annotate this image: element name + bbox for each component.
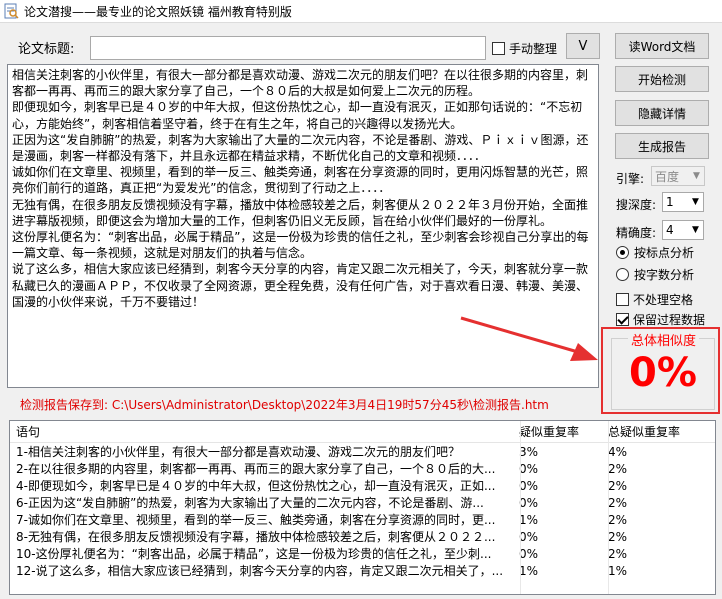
row-rate: 3% bbox=[519, 444, 539, 459]
column-divider bbox=[520, 421, 521, 594]
row-sentence: 1-相信关注刺客的小伙伴里，有很大一部分都是喜欢动漫、游戏二次元的朋友们吧？ bbox=[16, 445, 460, 459]
table-row[interactable]: 2-在以往很多期的内容里，刺客都一再再、再而三的跟大家分享了自己，一个８０后的大… bbox=[10, 460, 715, 477]
row-rate: 0% bbox=[519, 461, 539, 476]
row-total: 2% bbox=[608, 461, 628, 476]
table-header: 语句 疑似重复率 总疑似重复率 bbox=[10, 421, 715, 443]
row-total: 2% bbox=[608, 495, 628, 510]
table-row[interactable]: 6-正因为这“发自肺腑”的热爱，刺客为大家输出了大量的二次元内容，不论是番剧、游… bbox=[10, 494, 715, 511]
column-divider bbox=[608, 421, 609, 594]
row-rate: 0% bbox=[519, 529, 539, 544]
row-rate: 0% bbox=[519, 478, 539, 493]
row-sentence: 2-在以往很多期的内容里，刺客都一再再、再而三的跟大家分享了自己，一个８０后的大… bbox=[16, 462, 496, 476]
row-sentence: 7-诚如你们在文章里、视频里，看到的举一反三、触类旁通，刺客在分享资源的同时，更… bbox=[16, 513, 496, 527]
row-total: 4% bbox=[608, 444, 628, 459]
row-rate: 0% bbox=[519, 546, 539, 561]
header-sentence[interactable]: 语句 bbox=[10, 423, 515, 440]
header-total-rate[interactable]: 总疑似重复率 bbox=[604, 423, 714, 440]
table-row[interactable]: 4-即便现如今，刺客早已是４０岁的中年大叔，但这份热忱之心，却一直没有泯灭，正如… bbox=[10, 477, 715, 494]
row-sentence: 10-这份厚礼便名为：“刺客出品，必属于精品”，这是一份极为珍贵的信任之礼，至少… bbox=[16, 547, 492, 561]
row-rate: 1% bbox=[519, 563, 539, 578]
row-rate: 1% bbox=[519, 512, 539, 527]
row-rate: 0% bbox=[519, 495, 539, 510]
table-row[interactable]: 1-相信关注刺客的小伙伴里，有很大一部分都是喜欢动漫、游戏二次元的朋友们吧？ 3… bbox=[10, 443, 715, 460]
row-sentence: 6-正因为这“发自肺腑”的热爱，刺客为大家输出了大量的二次元内容，不论是番剧、游… bbox=[16, 496, 484, 510]
highlight-box bbox=[601, 327, 720, 414]
row-total: 2% bbox=[608, 512, 628, 527]
table-row[interactable]: 10-这份厚礼便名为：“刺客出品，必属于精品”，这是一份极为珍贵的信任之礼，至少… bbox=[10, 545, 715, 562]
row-total: 1% bbox=[608, 563, 628, 578]
row-total: 2% bbox=[608, 478, 628, 493]
row-sentence: 12-说了这么多，相信大家应该已经猜到，刺客今天分享的内容，肯定又跟二次元相关了… bbox=[16, 564, 504, 578]
header-repeat-rate[interactable]: 疑似重复率 bbox=[515, 423, 604, 440]
table-row[interactable]: 8-无独有偶，在很多朋友反馈视频没有字幕，播放中体检感较差之后，刺客便从２０２２… bbox=[10, 528, 715, 545]
table-row[interactable]: 7-诚如你们在文章里、视频里，看到的举一反三、触类旁通，刺客在分享资源的同时，更… bbox=[10, 511, 715, 528]
table-row[interactable]: 12-说了这么多，相信大家应该已经猜到，刺客今天分享的内容，肯定又跟二次元相关了… bbox=[10, 562, 715, 579]
row-total: 2% bbox=[608, 546, 628, 561]
results-table: 语句 疑似重复率 总疑似重复率 1-相信关注刺客的小伙伴里，有很大一部分都是喜欢… bbox=[9, 420, 716, 595]
main-window: 论文潜搜——最专业的论文照妖镜 福州教育特别版 论文标题: 手动整理 V 相信关… bbox=[0, 0, 722, 599]
row-sentence: 8-无独有偶，在很多朋友反馈视频没有字幕，播放中体检感较差之后，刺客便从２０２２… bbox=[16, 530, 496, 544]
report-path: 检测报告保存到: C:\Users\Administrator\Desktop\… bbox=[20, 398, 549, 412]
row-sentence: 4-即便现如今，刺客早已是４０岁的中年大叔，但这份热忱之心，却一直没有泯灭，正如… bbox=[16, 479, 496, 493]
row-total: 2% bbox=[608, 529, 628, 544]
